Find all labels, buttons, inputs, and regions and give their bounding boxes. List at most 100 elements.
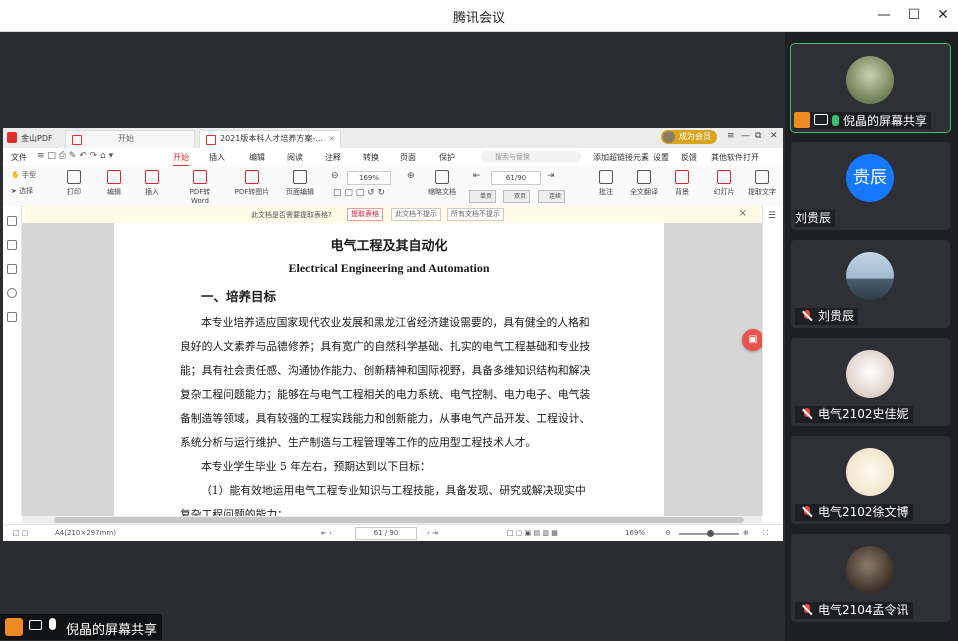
- left-sidebar: [3, 206, 22, 516]
- settings-sliders-icon[interactable]: ☰: [768, 211, 776, 221]
- maximize-icon[interactable]: ☐: [900, 4, 928, 26]
- horizontal-scroll-thumb[interactable]: [54, 517, 744, 523]
- tab-document[interactable]: 2021版本科人才培养方案-... ×: [199, 130, 341, 148]
- screen-share-icon: [814, 114, 828, 125]
- search-input[interactable]: 搜索与替换: [481, 151, 581, 163]
- edit-icon: [107, 170, 121, 184]
- participant-avatar: [846, 252, 894, 300]
- last-page-icon[interactable]: ⇥: [547, 171, 555, 181]
- home-icon: [72, 135, 82, 145]
- user-icon: [5, 618, 23, 636]
- menu-page[interactable]: 页面: [400, 152, 416, 163]
- pdf-restore-icon[interactable]: ⧉: [755, 131, 761, 141]
- background-button[interactable]: 背景: [663, 170, 701, 197]
- zoom-out-icon[interactable]: ⊖: [331, 171, 339, 181]
- pdf-close-icon[interactable]: ✕: [770, 131, 778, 141]
- shared-screen[interactable]: 金山PDF 开始 2021版本科人才培养方案-... × 成为会员 ≡ — ⧉ …: [3, 128, 783, 541]
- pdf-to-image-button[interactable]: PDF转图片: [233, 170, 271, 197]
- translate-icon: [637, 170, 651, 184]
- no-prompt-doc-button[interactable]: 此文档不提示: [391, 208, 441, 221]
- view-mode-icons[interactable]: □ ▢ ▣ ▤ ▥ ▦: [507, 529, 558, 537]
- participant-tile[interactable]: 电气2102史佳妮: [791, 338, 950, 426]
- pdf-menu-icon[interactable]: ≡: [727, 131, 735, 141]
- comment-icon[interactable]: [7, 264, 17, 274]
- menu-protect[interactable]: 保护: [439, 152, 455, 163]
- participant-tile[interactable]: 贵辰 刘贵辰: [791, 142, 950, 230]
- thumbnail-icon[interactable]: [7, 240, 17, 250]
- tab-start[interactable]: 开始: [65, 130, 195, 148]
- slideshow-button[interactable]: 幻灯片: [705, 170, 743, 197]
- pdf-to-word-button[interactable]: PDF转Word: [181, 170, 219, 205]
- page-nav-icons[interactable]: □ ▢ □ ↺ ↻: [333, 188, 385, 198]
- bookmark-icon[interactable]: [7, 216, 17, 226]
- search-icon[interactable]: [7, 288, 17, 298]
- insert-button[interactable]: 插入: [133, 170, 171, 197]
- extract-text-button[interactable]: 提取文字: [743, 170, 781, 197]
- status-page-field[interactable]: 61 / 90: [355, 527, 417, 540]
- pdf-to-word-icon: [193, 170, 207, 184]
- participant-avatar: [846, 56, 894, 104]
- mic-icon: [49, 618, 56, 630]
- select-tool[interactable]: ➤ 选择: [11, 186, 33, 196]
- menu-start[interactable]: 开始: [173, 152, 189, 166]
- attachment-icon[interactable]: [7, 312, 17, 322]
- no-prompt-all-button[interactable]: 所有文档不提示: [447, 208, 504, 221]
- toolbar-quick-icons[interactable]: ≡ □ ⎙ ✎ ↶ ↷ ⌂ ▾: [37, 151, 113, 161]
- menu-insert[interactable]: 插入: [209, 152, 225, 163]
- status-zoom-out-icon[interactable]: ⊖: [665, 529, 671, 537]
- translate-button[interactable]: 全文翻译: [625, 170, 663, 197]
- view-single-button[interactable]: 单页: [469, 190, 497, 203]
- page-field[interactable]: 61/90: [491, 171, 541, 185]
- fit-page-icon[interactable]: ⛶: [763, 529, 768, 538]
- view-double-button[interactable]: 双页: [503, 190, 531, 203]
- mic-on-icon: [832, 115, 839, 126]
- participant-tile[interactable]: 电气2104孟令讯: [791, 534, 950, 622]
- document-viewport[interactable]: 电气工程及其自动化 Electrical Engineering and Aut…: [22, 223, 762, 516]
- zoom-in-icon[interactable]: ⊕: [407, 171, 415, 181]
- participant-tile[interactable]: 倪晶的屏幕共享: [790, 43, 951, 133]
- doc-line: （1）能有效地运用电气工程专业知识与工程技能，具备发现、研究或解决现实中: [201, 484, 586, 497]
- menu-edit[interactable]: 编辑: [249, 152, 265, 163]
- print-button[interactable]: 打印: [55, 170, 93, 197]
- tab-close-icon[interactable]: ×: [328, 131, 335, 147]
- horizontal-scrollbar[interactable]: [22, 516, 762, 524]
- menu-file[interactable]: 文件: [11, 152, 27, 163]
- first-page-icon[interactable]: ⇤: [473, 171, 481, 181]
- annotate-button[interactable]: 批注: [587, 170, 625, 197]
- menu-annotate[interactable]: 注释: [325, 152, 341, 163]
- participant-avatar: [846, 546, 894, 594]
- view-continuous-button[interactable]: 连续: [538, 190, 566, 203]
- zoom-field[interactable]: 169%: [347, 171, 391, 185]
- menu-add-link[interactable]: 添加超链接元素: [593, 152, 649, 163]
- member-badge[interactable]: 成为会员: [661, 130, 717, 144]
- menu-convert[interactable]: 转换: [363, 152, 379, 163]
- doc-line: 复杂工程问题的能力；: [180, 508, 288, 516]
- extract-table-button[interactable]: 提取表格: [347, 208, 383, 221]
- page-edit-button[interactable]: 页面编辑: [281, 170, 319, 197]
- menu-settings[interactable]: 设置: [653, 152, 669, 163]
- mic-muted-icon: [801, 604, 813, 616]
- menu-open-with[interactable]: 其他软件打开: [711, 152, 759, 163]
- status-icons[interactable]: □ ▢: [13, 529, 28, 537]
- minimize-icon[interactable]: —: [870, 4, 898, 26]
- compress-icon: [435, 170, 449, 184]
- menu-feedback[interactable]: 反馈: [681, 152, 697, 163]
- floating-tool-button[interactable]: ▣: [742, 329, 762, 351]
- notice-close-icon[interactable]: ×: [739, 208, 747, 219]
- mic-muted-icon: [801, 506, 813, 518]
- zoom-slider[interactable]: [679, 530, 739, 537]
- pdf-minimize-icon[interactable]: —: [741, 131, 750, 141]
- prev-page-icons[interactable]: ⇤ ‹: [321, 529, 332, 537]
- participant-tile[interactable]: 电气2102徐文博: [791, 436, 950, 524]
- status-zoom-in-icon[interactable]: ⊕: [743, 529, 749, 537]
- participant-tile[interactable]: 刘贵辰: [791, 240, 950, 328]
- extract-text-icon: [755, 170, 769, 184]
- compress-button[interactable]: 缩略文档: [423, 170, 461, 197]
- menu-read[interactable]: 阅读: [287, 152, 303, 163]
- close-icon[interactable]: ✕: [929, 4, 957, 26]
- zoom-slider-knob[interactable]: [707, 530, 714, 537]
- status-zoom[interactable]: 169%: [625, 529, 645, 537]
- hand-tool[interactable]: ✋ 手型: [11, 170, 36, 180]
- edit-button[interactable]: 编辑: [95, 170, 133, 197]
- next-page-icons[interactable]: › ⇥: [427, 529, 438, 537]
